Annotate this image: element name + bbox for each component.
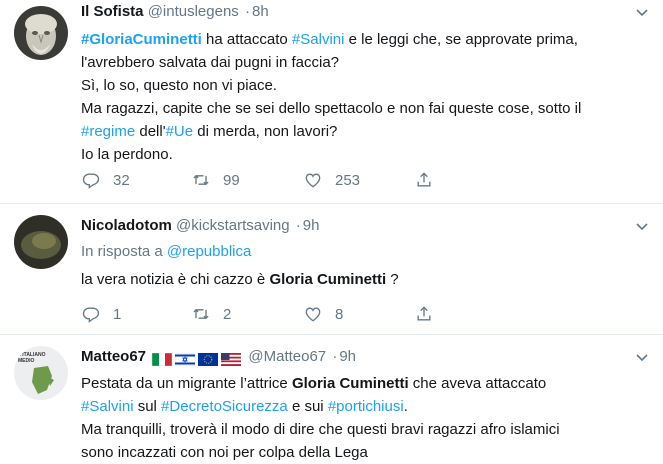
separator: · [295, 217, 301, 234]
chevron-down-icon[interactable] [635, 350, 649, 364]
text-segment: Ma ragazzi, capite che se sei dello spet… [81, 100, 582, 117]
text-segment: Sì, lo so, questo non vi piace. [81, 77, 277, 94]
timestamp[interactable]: 9h [303, 217, 320, 234]
tweet[interactable]: Nicoladotom @kickstartsaving · 9h In risp… [0, 204, 663, 335]
text-segment: di merda, non lavori? [193, 123, 338, 140]
display-name[interactable]: Nicoladotom [81, 217, 172, 234]
tweet-text: Pestata da un migrante l’attrice Gloria … [81, 372, 649, 464]
user-handle[interactable]: @kickstartsaving [176, 217, 290, 234]
tweet-header: Matteo67 @Matteo67 · 9h [81, 347, 649, 367]
israel-flag-icon [175, 352, 196, 366]
user-handle[interactable]: @Matteo67 [248, 348, 326, 365]
tweet-text-line: #GloriaCuminetti ha attaccato #Salvini e… [81, 28, 649, 51]
chevron-down-icon[interactable] [635, 5, 649, 19]
reply-icon [82, 307, 100, 323]
tweet-text-line: #Salvini sul #DecretoSicurezza e sui #po… [81, 395, 649, 418]
hashtag-link[interactable]: #Ue [166, 123, 194, 140]
tweet-text-line: Pestata da un migrante l’attrice Gloria … [81, 372, 649, 395]
share-button[interactable] [414, 170, 434, 190]
share-icon [417, 306, 431, 321]
hashtag-link[interactable]: #Salvini [81, 398, 134, 415]
tweet[interactable]: Il Sofista @intuslegens · 8h #GloriaCumin… [0, 0, 663, 204]
tweet-text: #GloriaCuminetti ha attaccato #Salvini e… [81, 28, 649, 166]
reply-context: In risposta a @repubblica [81, 241, 649, 263]
hashtag-link[interactable]: #portichiusi [328, 398, 404, 415]
retweet-count: 2 [223, 305, 232, 323]
highlighted-text: Gloria Cuminetti [269, 271, 387, 288]
hashtag-link[interactable]: #regime [81, 123, 135, 140]
timestamp[interactable]: 8h [252, 3, 269, 20]
text-segment: l'avrebbero salvata dai pugni in faccia? [81, 54, 340, 71]
text-segment: sono incazzati con noi per colpa della L… [81, 444, 368, 461]
highlighted-text: Gloria Cuminetti [291, 375, 409, 392]
timestamp[interactable]: 9h [339, 348, 356, 365]
tweet-text-line: l'avrebbero salvata dai pugni in faccia? [81, 51, 649, 74]
retweet-count: 99 [223, 171, 240, 189]
text-segment: Pestata da un migrante l’attrice [81, 375, 292, 392]
display-name[interactable]: Matteo67 [81, 348, 146, 365]
tweet-text-line: Ma ragazzi, capite che se sei dello spet… [81, 97, 649, 120]
share-icon [417, 172, 431, 187]
like-button[interactable]: 253 [303, 170, 360, 190]
reply-count: 1 [113, 305, 122, 323]
reply-prefix: In risposta a [81, 243, 163, 260]
flag-emojis [152, 349, 244, 369]
chevron-down-icon[interactable] [635, 219, 649, 233]
text-segment: che aveva attaccato [408, 375, 547, 392]
tweet-text-line: Io la perdono. [81, 143, 649, 166]
like-button[interactable]: 8 [303, 304, 343, 324]
heart-icon [305, 173, 321, 188]
text-segment: . [403, 398, 408, 415]
hashtag-link[interactable]: #GloriaCuminetti [81, 31, 202, 48]
display-name[interactable]: Il Sofista [81, 3, 144, 20]
reply-count: 32 [113, 171, 130, 189]
reply-button[interactable]: 32 [81, 170, 130, 190]
user-handle[interactable]: @intuslegens [148, 3, 239, 20]
tweet-text-line: Sì, lo so, questo non vi piace. [81, 74, 649, 97]
tweet-text-line: Ma tranquilli, troverà il modo di dire c… [81, 418, 649, 441]
retweet-button[interactable]: 99 [191, 170, 240, 190]
like-count: 8 [335, 305, 344, 323]
usa-flag-icon [221, 352, 242, 366]
tweet-header: Nicoladotom @kickstartsaving · 9h [81, 216, 649, 236]
retweet-icon [193, 175, 209, 185]
tweet-text-line: #regime dell'#Ue di merda, non lavori? [81, 120, 649, 143]
text-segment: dell' [135, 123, 166, 140]
retweet-icon [193, 309, 209, 319]
reply-button[interactable]: 1 [81, 304, 121, 324]
italy-flag-icon [152, 352, 173, 366]
hashtag-link[interactable]: #Salvini [292, 31, 345, 48]
like-count: 253 [335, 171, 361, 189]
text-segment: Io la perdono. [81, 146, 173, 163]
text-segment: ha attaccato [201, 31, 292, 48]
text-segment: e le leggi che, se approvate prima, [344, 31, 578, 48]
text-segment: la vera notizia è chi cazzo è [81, 271, 270, 288]
avatar[interactable] [14, 6, 68, 60]
avatar[interactable] [14, 215, 68, 269]
separator: · [244, 3, 250, 20]
text-segment: e sui [287, 398, 328, 415]
tweet-text: la vera notizia è chi cazzo è Gloria Cum… [81, 268, 649, 291]
avatar-text: L'ITALIANO MEDIO [18, 352, 46, 364]
tweet-header: Il Sofista @intuslegens · 8h [81, 2, 649, 22]
tweet-text-line: la vera notizia è chi cazzo è Gloria Cum… [81, 268, 649, 291]
eu-flag-icon [198, 352, 219, 366]
separator: · [332, 348, 338, 365]
tweet-text-line: sono incazzati con noi per colpa della L… [81, 441, 649, 464]
reply-icon [82, 173, 100, 189]
text-segment: ? [386, 271, 399, 288]
avatar[interactable]: L'ITALIANO MEDIO [14, 346, 68, 400]
reply-to-link[interactable]: @repubblica [167, 243, 251, 260]
heart-icon [305, 307, 321, 322]
retweet-button[interactable]: 2 [191, 304, 231, 324]
text-segment: sul [133, 398, 162, 415]
tweet[interactable]: L'ITALIANO MEDIO Matteo67 @Matteo67 · 9h … [0, 335, 663, 464]
text-segment: Ma tranquilli, troverà il modo di dire c… [81, 421, 560, 438]
hashtag-link[interactable]: #DecretoSicurezza [161, 398, 288, 415]
share-button[interactable] [414, 304, 434, 324]
